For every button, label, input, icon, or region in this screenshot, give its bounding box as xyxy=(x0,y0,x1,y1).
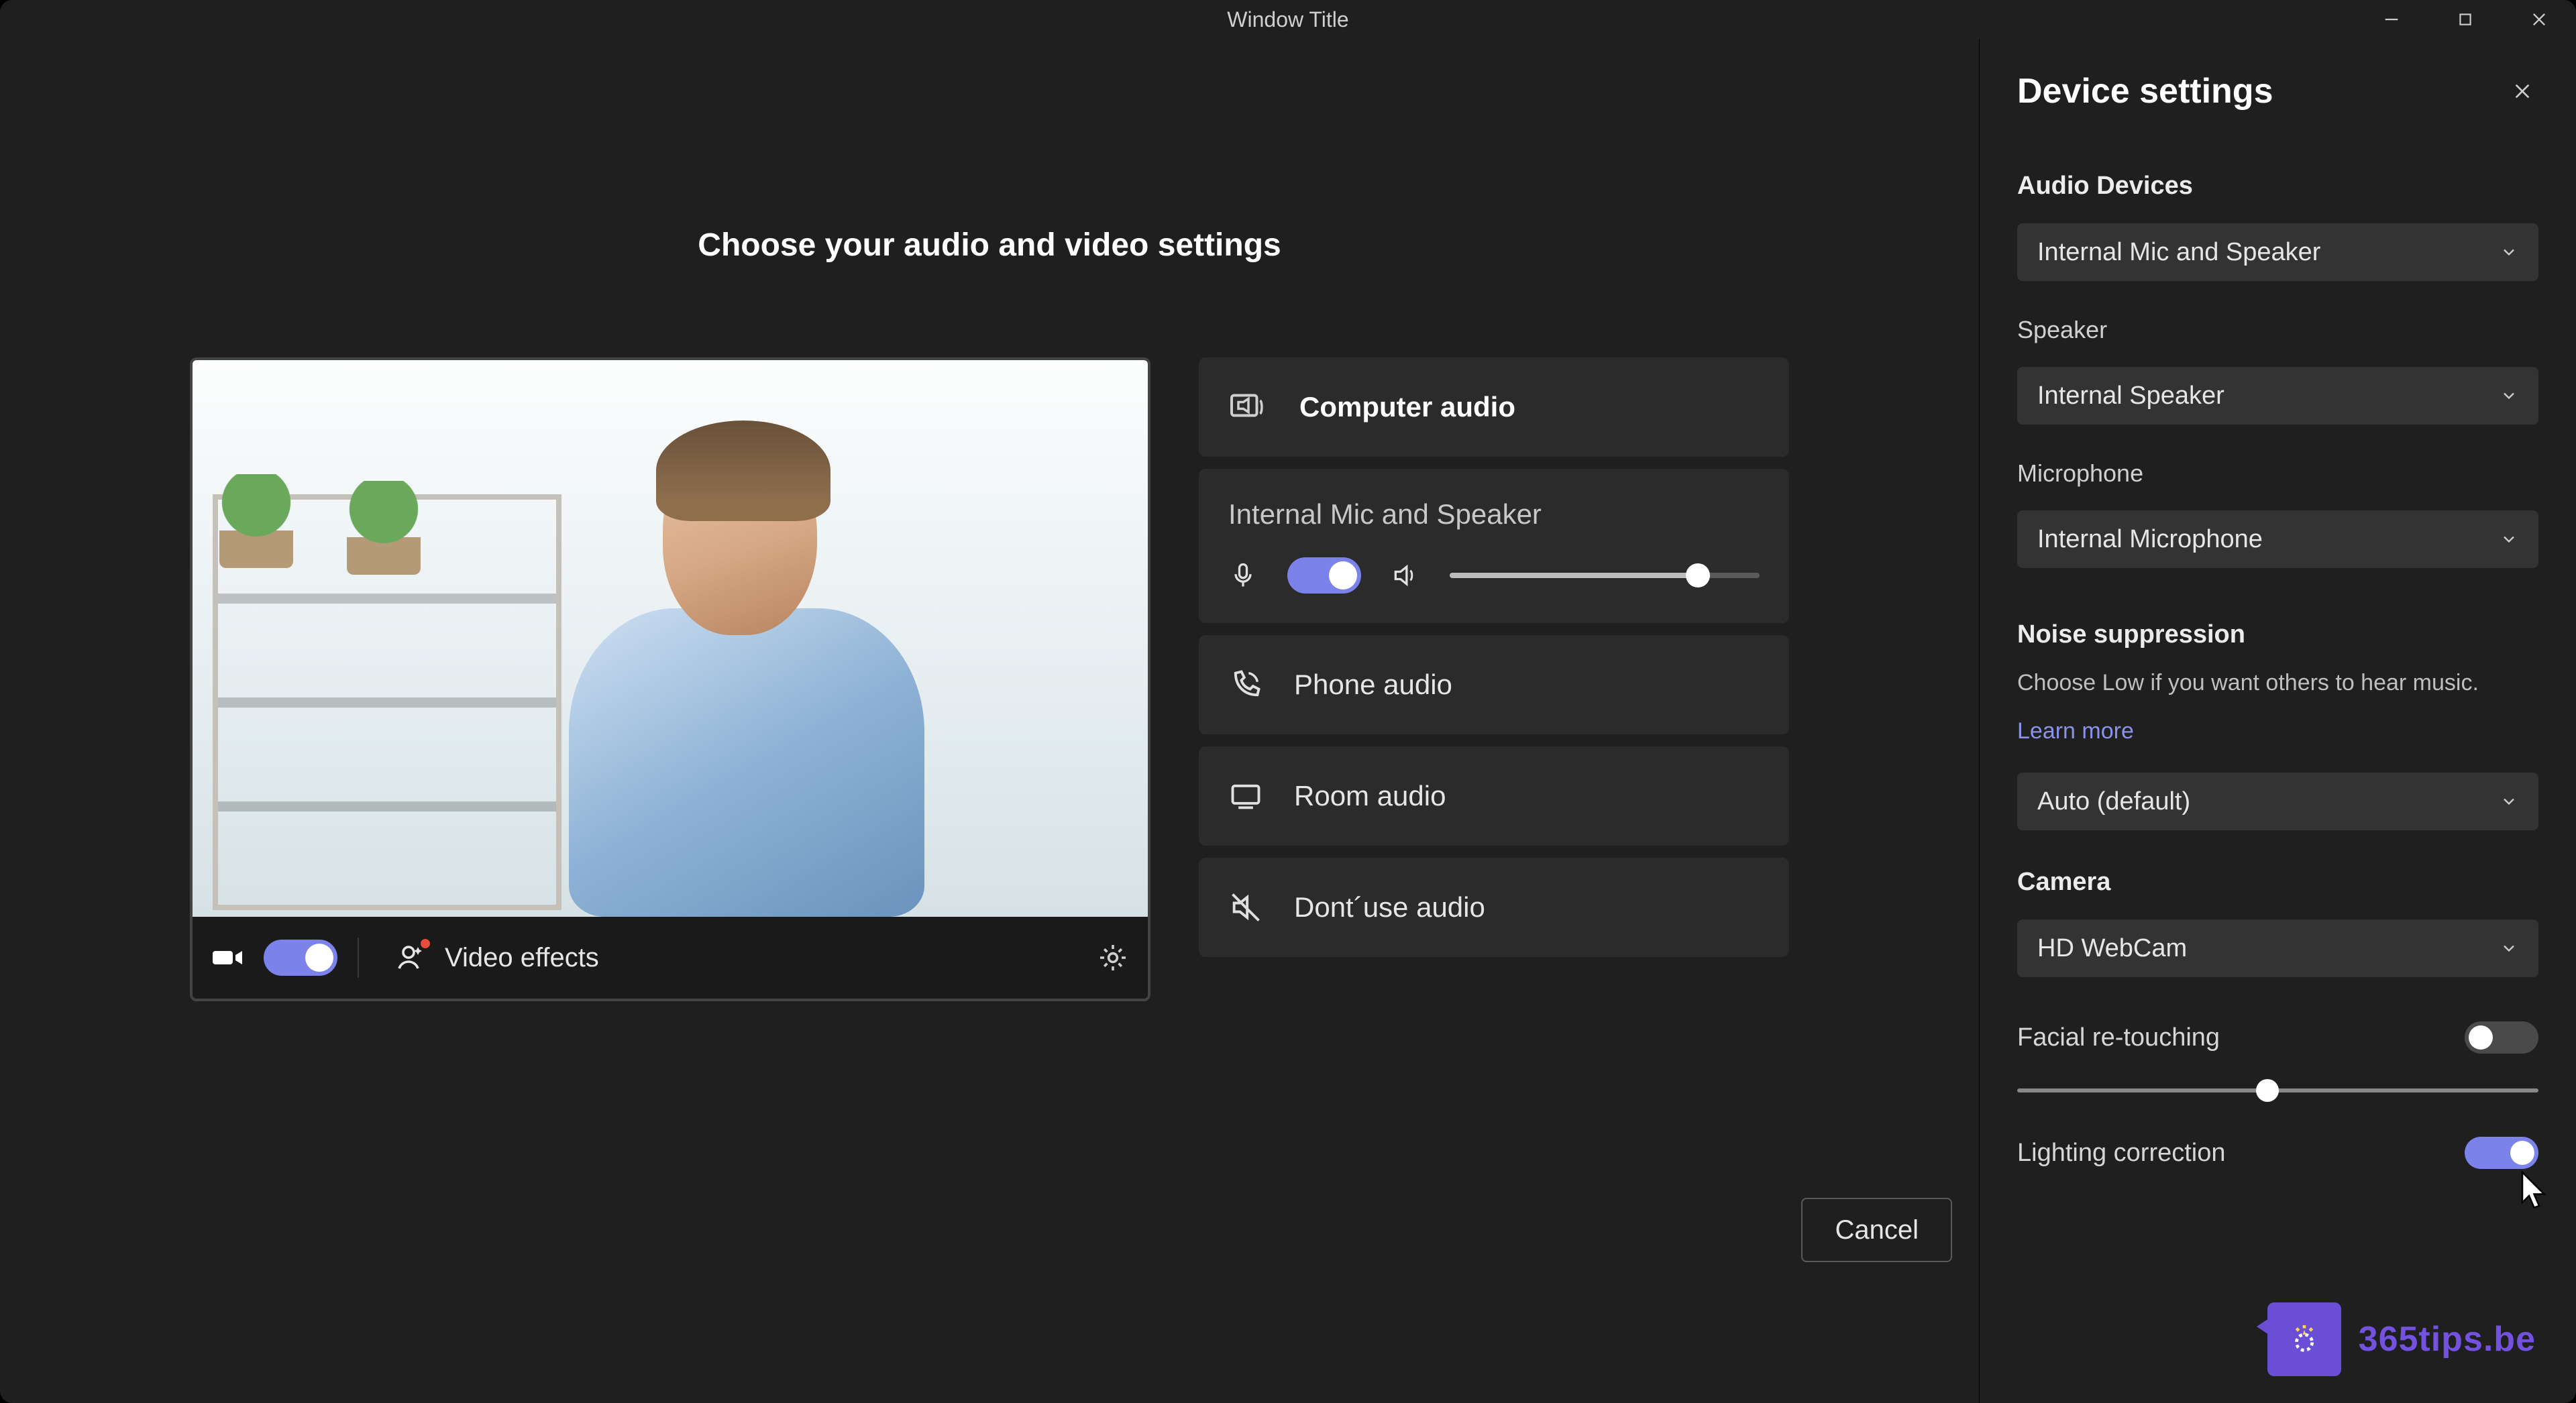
noise-help-text: Choose Low if you want others to hear mu… xyxy=(2017,668,2538,697)
watermark-text: 365tips.be xyxy=(2359,1319,2536,1359)
chevron-down-icon xyxy=(2500,939,2518,958)
window-controls xyxy=(2355,0,2576,39)
camera-icon xyxy=(211,942,244,974)
dont-use-audio-label: Dont´use audio xyxy=(1294,891,1485,923)
video-effects-label: Video effects xyxy=(445,943,599,973)
microphone-toggle[interactable] xyxy=(1287,557,1361,594)
close-icon xyxy=(2512,80,2533,102)
camera-dropdown[interactable]: HD WebCam xyxy=(2017,919,2538,977)
noise-suppression-dropdown[interactable]: Auto (default) xyxy=(2017,773,2538,830)
chevron-down-icon xyxy=(2500,386,2518,405)
speaker-dropdown[interactable]: Internal Speaker xyxy=(2017,367,2538,425)
chevron-down-icon xyxy=(2500,792,2518,811)
lighting-correction-row: Lighting correction xyxy=(2017,1137,2538,1169)
divider xyxy=(358,938,359,978)
facial-retouching-row: Facial re-touching xyxy=(2017,1021,2538,1054)
gear-icon xyxy=(1097,942,1129,974)
audio-devices-value: Internal Mic and Speaker xyxy=(2037,238,2320,267)
phone-audio-option[interactable]: Phone audio xyxy=(1199,635,1789,734)
computer-audio-label: Computer audio xyxy=(1299,391,1515,423)
speaker-volume-icon xyxy=(1391,561,1420,590)
app-window: Window Title Choose your audio and video… xyxy=(0,0,2576,1403)
cancel-button[interactable]: Cancel xyxy=(1801,1198,1952,1262)
watermark: 365tips.be xyxy=(2267,1302,2536,1376)
close-panel-button[interactable] xyxy=(2506,75,2538,107)
video-preview xyxy=(193,360,1148,917)
window-title: Window Title xyxy=(1227,7,1348,32)
noise-suppression-value: Auto (default) xyxy=(2037,787,2190,816)
page-heading: Choose your audio and video settings xyxy=(698,227,1281,264)
person-silhouette xyxy=(555,420,931,917)
microphone-icon xyxy=(1228,561,1258,590)
plant-icon xyxy=(347,481,421,575)
lighting-correction-toggle[interactable] xyxy=(2465,1137,2538,1169)
learn-more-link[interactable]: Learn more xyxy=(2017,716,2538,746)
chevron-down-icon xyxy=(2500,530,2518,549)
phone-audio-label: Phone audio xyxy=(1294,669,1452,701)
minimize-button[interactable] xyxy=(2355,0,2428,39)
facial-retouching-toggle[interactable] xyxy=(2465,1021,2538,1054)
lighting-correction-label: Lighting correction xyxy=(2017,1139,2226,1168)
dont-use-audio-option[interactable]: Dont´use audio xyxy=(1199,858,1789,957)
main-area: Choose your audio and video settings xyxy=(0,39,1979,1403)
audio-options: Computer audio Internal Mic and Speaker xyxy=(1199,357,1789,1001)
phone-icon xyxy=(1228,667,1263,702)
footer-buttons: Cancel xyxy=(1801,1198,1952,1262)
panel-title: Device settings xyxy=(2017,71,2273,111)
room-icon xyxy=(1228,779,1263,813)
speaker-value: Internal Speaker xyxy=(2037,382,2224,410)
close-window-button[interactable] xyxy=(2502,0,2576,39)
watermark-badge-icon xyxy=(2267,1302,2341,1376)
video-scene xyxy=(193,360,1148,917)
settings-button[interactable] xyxy=(1097,942,1129,974)
chevron-down-icon xyxy=(2500,243,2518,262)
audio-devices-label: Audio Devices xyxy=(2017,172,2538,201)
panel-header: Device settings xyxy=(2017,71,2538,111)
cancel-label: Cancel xyxy=(1835,1215,1919,1245)
internal-mic-speaker-label: Internal Mic and Speaker xyxy=(1228,498,1760,530)
camera-label: Camera xyxy=(2017,868,2538,897)
notification-dot-icon xyxy=(421,939,430,948)
facial-retouching-label: Facial re-touching xyxy=(2017,1023,2220,1052)
computer-audio-block: Computer audio xyxy=(1199,357,1789,457)
room-audio-label: Room audio xyxy=(1294,780,1446,812)
microphone-label: Microphone xyxy=(2017,459,2538,488)
microphone-dropdown[interactable]: Internal Microphone xyxy=(2017,510,2538,568)
device-settings-panel: Device settings Audio Devices Internal M… xyxy=(1979,39,2576,1403)
titlebar: Window Title xyxy=(0,0,2576,39)
camera-value: HD WebCam xyxy=(2037,934,2187,963)
pc-audio-icon xyxy=(1228,387,1269,427)
audio-devices-dropdown[interactable]: Internal Mic and Speaker xyxy=(2017,223,2538,281)
internal-mic-speaker-block: Internal Mic and Speaker xyxy=(1199,469,1789,623)
center-row: Video effects xyxy=(190,357,1789,1001)
cursor-icon xyxy=(2516,1166,2556,1213)
plant-icon xyxy=(219,474,293,568)
content-row: Choose your audio and video settings xyxy=(0,39,2576,1403)
facial-retouching-slider[interactable] xyxy=(2017,1088,2538,1092)
camera-toggle[interactable] xyxy=(264,940,337,976)
speaker-label: Speaker xyxy=(2017,316,2538,344)
maximize-button[interactable] xyxy=(2428,0,2502,39)
microphone-value: Internal Microphone xyxy=(2037,525,2263,554)
noise-suppression-label: Noise suppression xyxy=(2017,620,2538,649)
video-effects-button[interactable]: Video effects xyxy=(379,917,615,999)
room-audio-option[interactable]: Room audio xyxy=(1199,746,1789,846)
video-toolbar: Video effects xyxy=(193,917,1148,999)
audio-off-icon xyxy=(1228,890,1263,925)
video-card: Video effects xyxy=(190,357,1150,1001)
speaker-volume-slider[interactable] xyxy=(1450,573,1760,578)
